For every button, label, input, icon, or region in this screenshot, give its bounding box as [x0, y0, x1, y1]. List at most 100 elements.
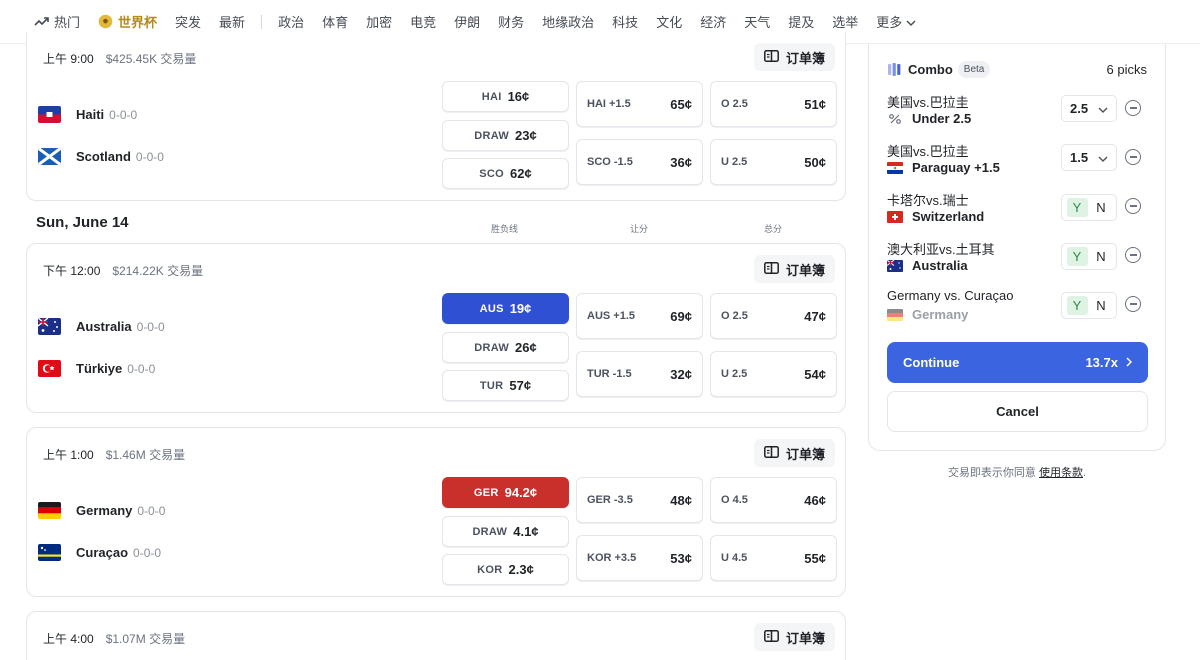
orderbook-button[interactable]: 订单簿 — [753, 439, 835, 467]
event-time: 下午 12:00 — [43, 264, 101, 278]
trending-icon — [34, 16, 49, 27]
nav-item-economy[interactable]: 经济 — [700, 12, 726, 31]
event-time: 上午 4:00 — [43, 632, 94, 646]
no-option[interactable]: N — [1091, 200, 1112, 215]
nav-item-crypto[interactable]: 加密 — [366, 12, 392, 31]
team-row[interactable]: Türkiye 0-0-0 — [38, 360, 155, 377]
total-button[interactable]: U 2.5 54¢ — [710, 351, 837, 397]
total-button[interactable]: O 2.5 47¢ — [710, 293, 837, 339]
pick-match: 美国vs.巴拉圭 — [887, 95, 969, 110]
outcome-price: 51¢ — [804, 96, 826, 112]
nav-item-culture[interactable]: 文化 — [656, 12, 682, 31]
outcome-price: 19¢ — [509, 301, 532, 316]
spread-button[interactable]: SCO -1.5 36¢ — [576, 139, 703, 185]
team-row[interactable]: Haiti 0-0-0 — [38, 106, 137, 123]
nav-item-mentions[interactable]: 提及 — [788, 12, 814, 31]
nav-item-tech[interactable]: 科技 — [612, 12, 638, 31]
outcome-price: 50¢ — [804, 154, 826, 170]
nav-more-button[interactable]: 更多 — [876, 12, 916, 31]
outcome-label: O 4.5 — [721, 494, 748, 506]
spread-button[interactable]: GER -3.5 48¢ — [576, 477, 703, 523]
event-volume: $425.45K 交易量 — [105, 52, 197, 66]
outcome-label: SCO -1.5 — [587, 156, 633, 168]
orderbook-button[interactable]: 订单簿 — [753, 43, 835, 71]
nav-item-geopolitics[interactable]: 地缘政治 — [542, 12, 594, 31]
team-row[interactable]: Germany 0-0-0 — [38, 502, 165, 519]
book-icon — [764, 49, 779, 65]
team-row[interactable]: Scotland 0-0-0 — [38, 148, 164, 165]
team-record: 0-0-0 — [127, 361, 156, 376]
nav-item-elections[interactable]: 选举 — [832, 12, 858, 31]
no-option[interactable]: N — [1091, 249, 1112, 264]
outcome-price: 47¢ — [804, 308, 826, 324]
yes-no-toggle[interactable]: Y N — [1061, 243, 1117, 270]
slip-title: Combo — [908, 62, 953, 77]
moneyline-button[interactable]: KOR 2.3¢ — [442, 554, 569, 585]
team-name: Türkiye — [76, 361, 123, 376]
outcome-price: 23¢ — [515, 128, 537, 143]
yes-option[interactable]: Y — [1066, 247, 1088, 266]
moneyline-button[interactable]: DRAW 23¢ — [442, 120, 569, 151]
nav-item-politics[interactable]: 政治 — [278, 12, 304, 31]
nav-item-iran[interactable]: 伊朗 — [454, 12, 480, 31]
moneyline-button[interactable]: DRAW 26¢ — [442, 332, 569, 363]
team-row[interactable]: Curaçao 0-0-0 — [38, 544, 161, 561]
nav-item-sports[interactable]: 体育 — [322, 12, 348, 31]
outcome-label: KOR — [477, 563, 503, 576]
orderbook-button[interactable]: 订单簿 — [753, 623, 835, 651]
nav-item-breaking[interactable]: 突发 — [175, 12, 201, 31]
nav-item-worldcup[interactable]: 世界杯 — [98, 12, 157, 31]
flag-switzerland-icon — [887, 210, 903, 223]
chevron-right-icon — [1126, 355, 1133, 370]
line-select[interactable]: 1.5 — [1061, 144, 1117, 171]
outcome-label: U 4.5 — [721, 552, 748, 564]
outcome-label: TUR — [479, 379, 504, 392]
moneyline-button[interactable]: DRAW 4.1¢ — [442, 516, 569, 547]
percent-icon — [887, 113, 903, 125]
yes-option[interactable]: Y — [1066, 296, 1088, 315]
nav-item-weather[interactable]: 天气 — [744, 12, 770, 31]
spread-button[interactable]: AUS +1.5 69¢ — [576, 293, 703, 339]
nav-item-latest[interactable]: 最新 — [219, 12, 245, 31]
moneyline-button-selected[interactable]: AUS 19¢ — [442, 293, 569, 324]
orderbook-button[interactable]: 订单簿 — [753, 255, 835, 283]
spread-button[interactable]: HAI +1.5 65¢ — [576, 81, 703, 127]
spread-button[interactable]: KOR +3.5 53¢ — [576, 535, 703, 581]
nav-item-esports[interactable]: 电竞 — [410, 12, 436, 31]
total-button[interactable]: U 4.5 55¢ — [710, 535, 837, 581]
yes-no-toggle[interactable]: Y N — [1061, 292, 1117, 319]
moneyline-button[interactable]: SCO 62¢ — [442, 158, 569, 189]
yes-option[interactable]: Y — [1066, 198, 1088, 217]
total-button[interactable]: U 2.5 50¢ — [710, 139, 837, 185]
no-option[interactable]: N — [1091, 298, 1112, 313]
remove-pick-button[interactable] — [1125, 100, 1141, 116]
total-button[interactable]: O 4.5 46¢ — [710, 477, 837, 523]
remove-pick-button[interactable] — [1125, 198, 1141, 214]
nav-item-trending[interactable]: 热门 — [34, 12, 80, 31]
total-button[interactable]: O 2.5 51¢ — [710, 81, 837, 127]
remove-pick-button[interactable] — [1125, 149, 1141, 165]
terms-link[interactable]: 使用条款 — [1039, 467, 1083, 479]
orderbook-label: 订单簿 — [785, 262, 825, 278]
remove-pick-button[interactable] — [1125, 247, 1141, 263]
moneyline-button[interactable]: TUR 57¢ — [442, 370, 569, 401]
nav-label: 伊朗 — [454, 15, 481, 30]
event-meta: 上午 4:00 $1.07M 交易量 — [43, 630, 185, 647]
continue-button[interactable]: Continue 13.7x — [887, 342, 1148, 383]
moneyline-button[interactable]: HAI 16¢ — [442, 81, 569, 112]
yes-no-toggle[interactable]: Y N — [1061, 194, 1117, 221]
outcome-price: 26¢ — [515, 340, 537, 355]
spread-button[interactable]: TUR -1.5 32¢ — [576, 351, 703, 397]
outcome-price: 4.1¢ — [513, 524, 539, 539]
event-volume: $1.07M 交易量 — [105, 632, 186, 646]
cancel-button[interactable]: Cancel — [887, 391, 1148, 432]
line-select[interactable]: 2.5 — [1061, 95, 1117, 122]
combo-icon — [887, 62, 902, 77]
remove-pick-button[interactable] — [1125, 296, 1141, 312]
team-row[interactable]: Australia 0-0-0 — [38, 318, 165, 335]
moneyline-button-selected[interactable]: GER 94.2¢ — [442, 477, 569, 508]
event-card: 上午 1:00 $1.46M 交易量 订单簿 Germany 0-0-0 Cur… — [26, 427, 846, 597]
nav-item-finance[interactable]: 财务 — [498, 12, 524, 31]
slip-pick: 澳大利亚vs.土耳其 Australia Y N — [887, 239, 1149, 279]
outcome-label: O 2.5 — [721, 310, 748, 322]
